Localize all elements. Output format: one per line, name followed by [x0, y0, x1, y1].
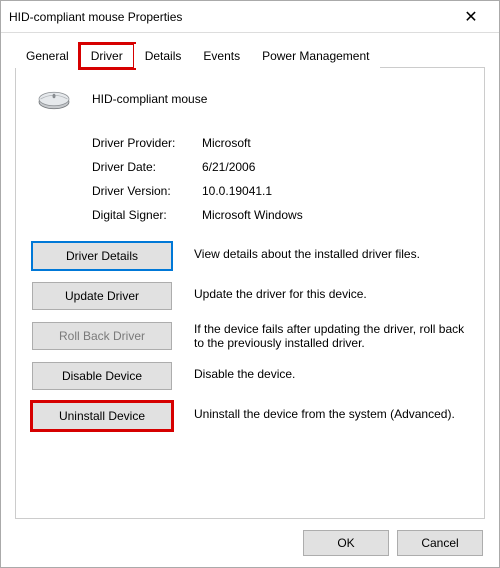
properties-dialog: HID-compliant mouse Properties ✕ General… [0, 0, 500, 568]
disable-device-button[interactable]: Disable Device [32, 362, 172, 390]
provider-label: Driver Provider: [92, 136, 202, 150]
uninstall-device-button[interactable]: Uninstall Device [32, 402, 172, 430]
action-disable-device: Disable Device Disable the device. [32, 362, 468, 390]
version-value: 10.0.19041.1 [202, 184, 468, 198]
ok-button[interactable]: OK [303, 530, 389, 556]
driver-info: Driver Provider: Microsoft Driver Date: … [92, 136, 468, 222]
uninstall-device-desc: Uninstall the device from the system (Ad… [194, 402, 468, 421]
signer-label: Digital Signer: [92, 208, 202, 222]
roll-back-driver-button: Roll Back Driver [32, 322, 172, 350]
action-uninstall-device: Uninstall Device Uninstall the device fr… [32, 402, 468, 430]
tab-power-management[interactable]: Power Management [251, 44, 380, 68]
update-driver-desc: Update the driver for this device. [194, 282, 468, 301]
content-area: General Driver Details Events Power Mana… [1, 33, 499, 519]
close-icon[interactable]: ✕ [451, 7, 491, 27]
action-update-driver: Update Driver Update the driver for this… [32, 282, 468, 310]
tab-general[interactable]: General [15, 44, 80, 68]
driver-details-desc: View details about the installed driver … [194, 242, 468, 261]
update-driver-button[interactable]: Update Driver [32, 282, 172, 310]
tab-strip: General Driver Details Events Power Mana… [15, 43, 485, 68]
info-row-date: Driver Date: 6/21/2006 [92, 160, 468, 174]
date-value: 6/21/2006 [202, 160, 468, 174]
info-row-signer: Digital Signer: Microsoft Windows [92, 208, 468, 222]
device-header: HID-compliant mouse [32, 86, 468, 112]
tab-details[interactable]: Details [134, 44, 193, 68]
tab-driver[interactable]: Driver [80, 44, 134, 68]
signer-value: Microsoft Windows [202, 208, 468, 222]
info-row-provider: Driver Provider: Microsoft [92, 136, 468, 150]
cancel-button[interactable]: Cancel [397, 530, 483, 556]
driver-panel: HID-compliant mouse Driver Provider: Mic… [15, 68, 485, 519]
dialog-footer: OK Cancel [1, 519, 499, 567]
action-roll-back-driver: Roll Back Driver If the device fails aft… [32, 322, 468, 350]
action-driver-details: Driver Details View details about the in… [32, 242, 468, 270]
tab-events[interactable]: Events [192, 44, 251, 68]
window-title: HID-compliant mouse Properties [9, 10, 451, 24]
disable-device-desc: Disable the device. [194, 362, 468, 381]
provider-value: Microsoft [202, 136, 468, 150]
roll-back-driver-desc: If the device fails after updating the d… [194, 322, 468, 350]
info-row-version: Driver Version: 10.0.19041.1 [92, 184, 468, 198]
driver-details-button[interactable]: Driver Details [32, 242, 172, 270]
titlebar: HID-compliant mouse Properties ✕ [1, 1, 499, 33]
date-label: Driver Date: [92, 160, 202, 174]
device-name: HID-compliant mouse [92, 92, 207, 106]
mouse-icon [36, 86, 72, 112]
version-label: Driver Version: [92, 184, 202, 198]
